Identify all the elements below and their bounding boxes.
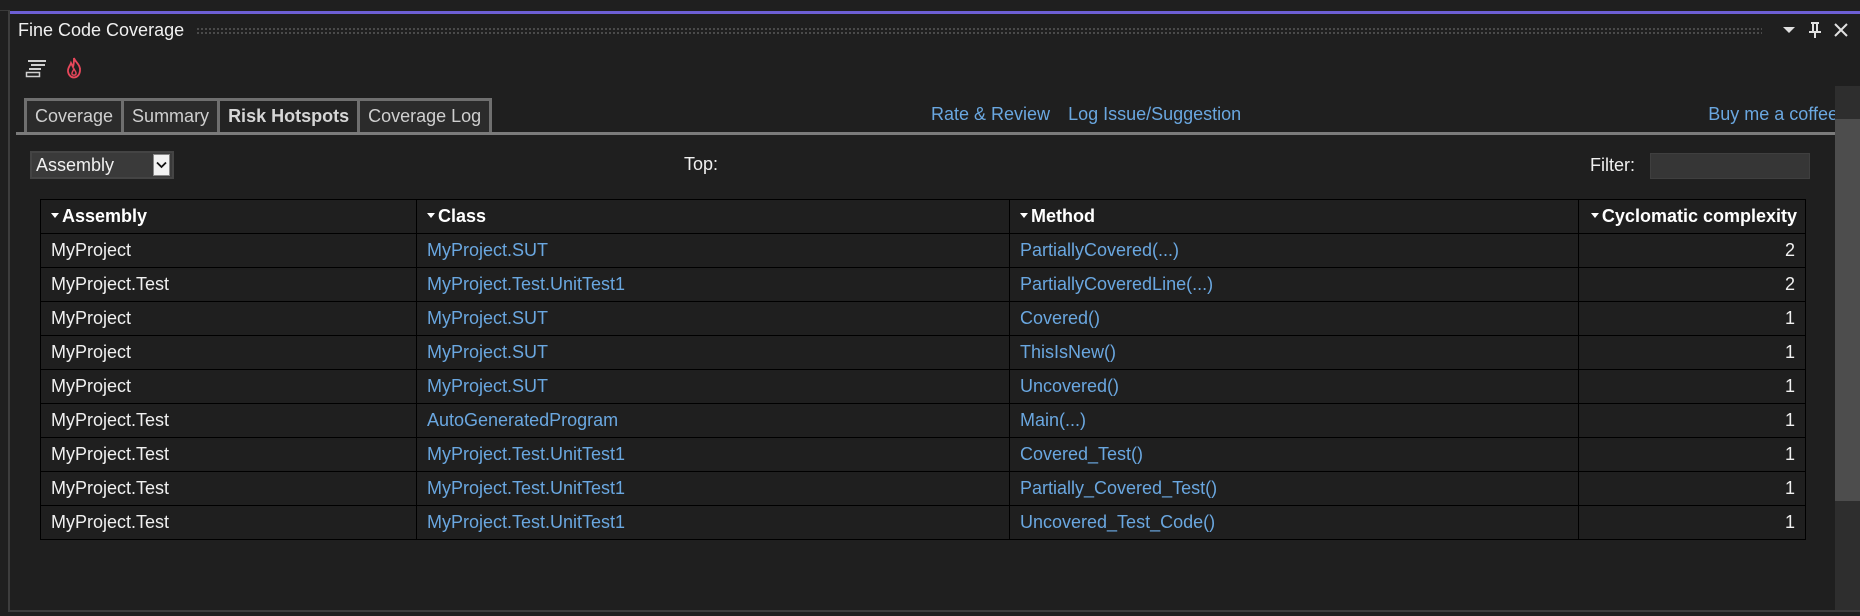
complexity-cell: 1 <box>1578 505 1806 540</box>
pin-icon <box>1809 22 1821 38</box>
complexity-cell: 2 <box>1578 233 1806 268</box>
table-row: MyProject.Test MyProject.Test.UnitTest1 … <box>40 505 1806 540</box>
table-row: MyProject.Test MyProject.Test.UnitTest1 … <box>40 267 1806 302</box>
pin-button[interactable] <box>1802 17 1828 43</box>
flame-icon <box>67 57 81 79</box>
table-header-row: Assembly Class Method Cyclomatic complex… <box>40 199 1806 234</box>
assembly-cell: MyProject.Test <box>40 267 417 302</box>
method-link[interactable]: Partially_Covered_Test() <box>1009 471 1579 506</box>
column-label: Class <box>438 206 487 226</box>
column-label: Cyclomatic complexity <box>1601 206 1797 226</box>
triangle-down-icon <box>1783 27 1795 33</box>
complexity-cell: 1 <box>1578 471 1806 506</box>
sort-arrow-icon <box>1020 212 1028 218</box>
tab-label: Summary <box>132 106 210 126</box>
class-link[interactable]: MyProject.SUT <box>416 369 1010 404</box>
complexity-cell: 1 <box>1578 403 1806 438</box>
method-link[interactable]: Main(...) <box>1009 403 1579 438</box>
column-header-class[interactable]: Class <box>416 199 1010 234</box>
class-link[interactable]: AutoGeneratedProgram <box>416 403 1010 438</box>
table-row: MyProject MyProject.SUT Covered() 1 <box>40 301 1806 336</box>
class-link[interactable]: MyProject.Test.UnitTest1 <box>416 505 1010 540</box>
column-label: Method <box>1031 206 1095 226</box>
complexity-cell: 1 <box>1578 301 1806 336</box>
drag-grip[interactable] <box>196 26 1762 34</box>
assembly-cell: MyProject.Test <box>40 437 417 472</box>
table-row: MyProject MyProject.SUT Uncovered() 1 <box>40 369 1806 404</box>
class-link[interactable]: MyProject.SUT <box>416 301 1010 336</box>
window-dropdown-button[interactable] <box>1776 17 1802 43</box>
risk-hotspots-button[interactable] <box>62 56 86 80</box>
tab-risk-hotspots[interactable]: Risk Hotspots <box>217 98 361 132</box>
close-icon <box>1834 23 1848 37</box>
group-by-value: Assembly <box>36 154 115 175</box>
class-link[interactable]: MyProject.SUT <box>416 233 1010 268</box>
method-link[interactable]: PartiallyCoveredLine(...) <box>1009 267 1579 302</box>
table-row: MyProject.Test AutoGeneratedProgram Main… <box>40 403 1806 438</box>
tab-list: Coverage Summary Risk Hotspots Coverage … <box>24 98 493 132</box>
method-link[interactable]: Covered() <box>1009 301 1579 336</box>
assembly-cell: MyProject <box>40 335 417 370</box>
table-row: MyProject.Test MyProject.Test.UnitTest1 … <box>40 437 1806 472</box>
class-link[interactable]: MyProject.SUT <box>416 335 1010 370</box>
log-issue-link[interactable]: Log Issue/Suggestion <box>1068 104 1241 125</box>
method-link[interactable]: PartiallyCovered(...) <box>1009 233 1579 268</box>
column-header-complexity[interactable]: Cyclomatic complexity <box>1578 199 1806 234</box>
title-bar: Fine Code Coverage <box>10 15 1860 45</box>
table-body: MyProject MyProject.SUT PartiallyCovered… <box>40 233 1806 540</box>
assembly-cell: MyProject.Test <box>40 403 417 438</box>
class-link[interactable]: MyProject.Test.UnitTest1 <box>416 437 1010 472</box>
sort-arrow-icon <box>427 212 435 218</box>
group-by-select[interactable]: Assembly <box>30 151 174 179</box>
class-link[interactable]: MyProject.Test.UnitTest1 <box>416 471 1010 506</box>
method-link[interactable]: Covered_Test() <box>1009 437 1579 472</box>
method-link[interactable]: ThisIsNew() <box>1009 335 1579 370</box>
scrollbar-thumb[interactable] <box>1835 119 1860 501</box>
filter-input[interactable] <box>1650 153 1810 179</box>
complexity-cell: 1 <box>1578 437 1806 472</box>
assembly-cell: MyProject.Test <box>40 471 417 506</box>
tab-label: Risk Hotspots <box>228 106 350 126</box>
hotspot-controls: Assembly Top: Filter: <box>30 151 1812 185</box>
risk-hotspots-table: Assembly Class Method Cyclomatic complex… <box>40 199 1806 540</box>
method-link[interactable]: Uncovered() <box>1009 369 1579 404</box>
rate-review-link[interactable]: Rate & Review <box>931 104 1050 125</box>
column-header-method[interactable]: Method <box>1009 199 1579 234</box>
close-button[interactable] <box>1828 17 1854 43</box>
column-label: Assembly <box>62 206 148 226</box>
assembly-cell: MyProject <box>40 233 417 268</box>
class-link[interactable]: MyProject.Test.UnitTest1 <box>416 267 1010 302</box>
complexity-cell: 2 <box>1578 267 1806 302</box>
options-list-icon <box>25 60 46 78</box>
tab-label: Coverage <box>35 106 114 126</box>
column-header-assembly[interactable]: Assembly <box>40 199 417 234</box>
table-row: MyProject MyProject.SUT PartiallyCovered… <box>40 233 1806 268</box>
sort-arrow-icon <box>1590 212 1599 218</box>
options-button[interactable] <box>24 56 48 80</box>
complexity-cell: 1 <box>1578 369 1806 404</box>
tab-bar: Coverage Summary Risk Hotspots Coverage … <box>16 88 1838 135</box>
assembly-cell: MyProject <box>40 301 417 336</box>
tab-summary[interactable]: Summary <box>121 98 221 132</box>
toolbar <box>24 54 86 82</box>
active-accent-bar <box>10 11 1860 14</box>
tab-coverage-log[interactable]: Coverage Log <box>357 98 493 132</box>
window-title: Fine Code Coverage <box>18 19 185 40</box>
table-row: MyProject.Test MyProject.Test.UnitTest1 … <box>40 471 1806 506</box>
complexity-cell: 1 <box>1578 335 1806 370</box>
assembly-cell: MyProject <box>40 369 417 404</box>
header-links: Rate & Review Log Issue/Suggestion <box>931 104 1241 125</box>
assembly-cell: MyProject.Test <box>40 505 417 540</box>
buy-coffee-link[interactable]: Buy me a coffee <box>1708 104 1838 125</box>
tab-coverage[interactable]: Coverage <box>24 98 125 132</box>
top-label: Top: <box>684 154 719 174</box>
vertical-scrollbar[interactable] <box>1835 86 1860 610</box>
filter-label: Filter: <box>1590 155 1635 175</box>
tab-label: Coverage Log <box>368 106 482 126</box>
method-link[interactable]: Uncovered_Test_Code() <box>1009 505 1579 540</box>
chevron-down-icon[interactable] <box>153 154 170 176</box>
sort-arrow-icon <box>51 212 59 218</box>
table-row: MyProject MyProject.SUT ThisIsNew() 1 <box>40 335 1806 370</box>
